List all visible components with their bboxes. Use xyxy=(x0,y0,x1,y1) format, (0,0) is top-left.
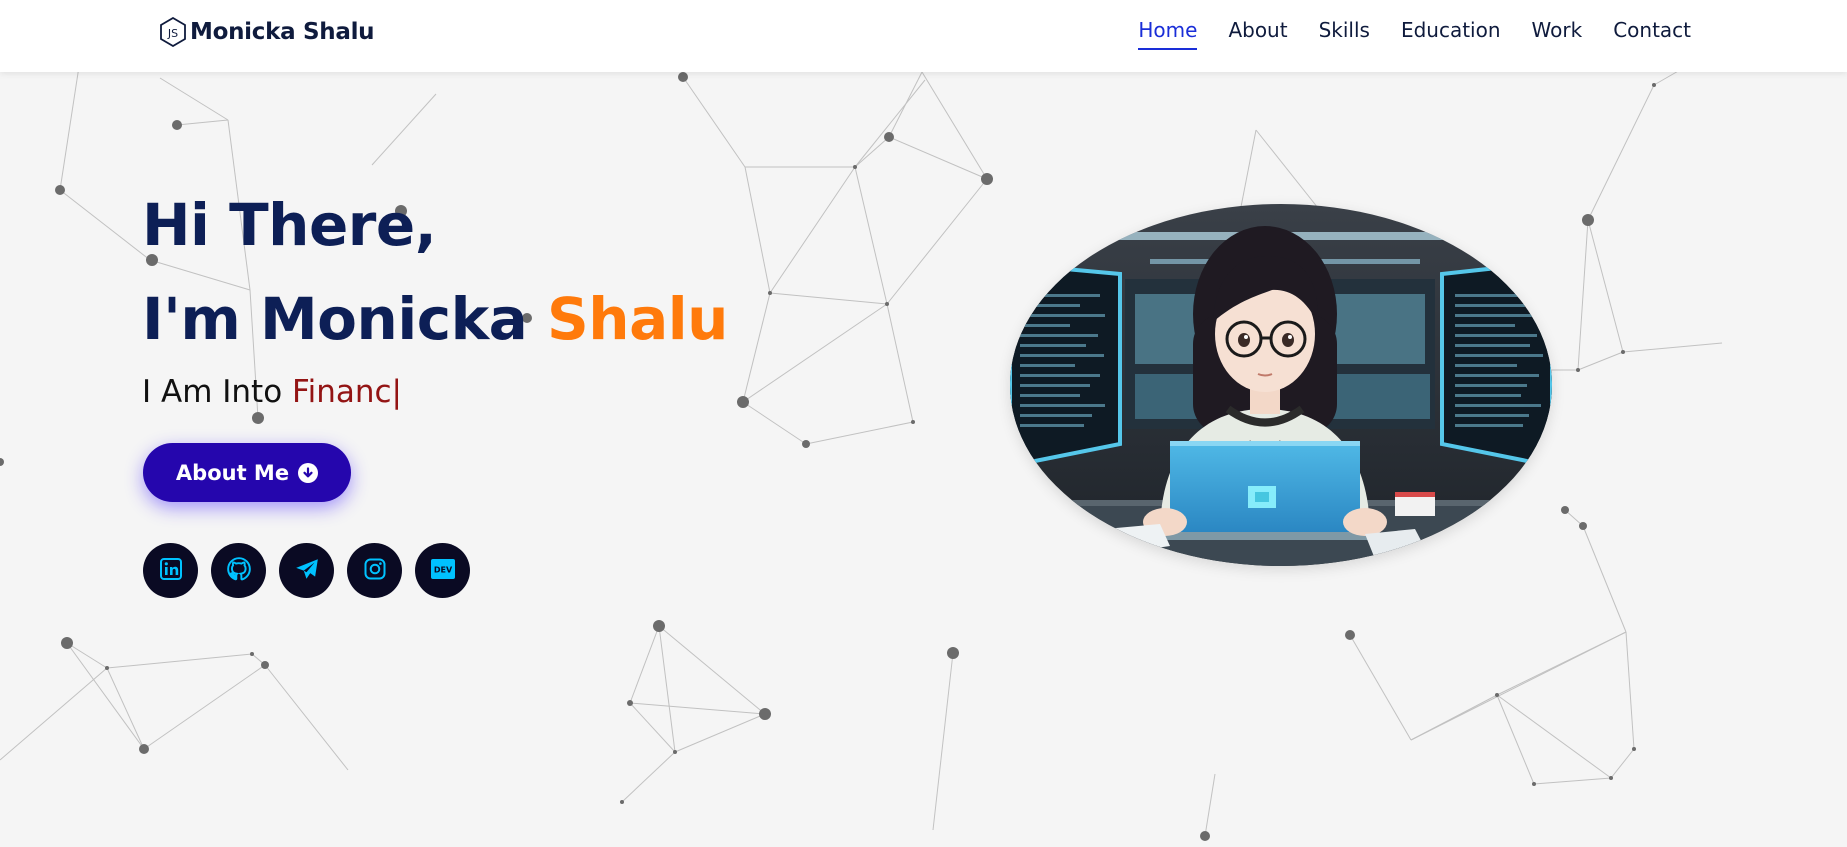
linkedin-link[interactable] xyxy=(143,543,198,598)
instagram-icon xyxy=(363,557,387,585)
nav-link-work[interactable]: Work xyxy=(1532,18,1583,48)
nav-link-education[interactable]: Education xyxy=(1401,18,1501,48)
nav-link-about[interactable]: About xyxy=(1228,18,1287,48)
hero-text: Hi There, I'm Monicka Shalu I Am Into Fi… xyxy=(142,178,728,410)
hero-intro-name: I'm Monicka xyxy=(142,285,528,353)
brand-logo-link[interactable]: JS Monicka Shalu xyxy=(160,14,375,50)
hero-intro: I'm Monicka Shalu xyxy=(142,272,728,366)
hero-illustration xyxy=(1010,204,1552,566)
nodejs-logo-icon: JS xyxy=(160,16,188,48)
about-me-button[interactable]: About Me xyxy=(143,443,351,502)
github-link[interactable] xyxy=(211,543,266,598)
particle-network-background xyxy=(0,59,1723,841)
nav-link-home[interactable]: Home xyxy=(1138,18,1198,50)
linkedin-icon xyxy=(159,557,183,585)
hero-greeting: Hi There, xyxy=(142,191,437,259)
dev-link[interactable]: DEV xyxy=(415,543,470,598)
instagram-link[interactable] xyxy=(347,543,402,598)
typing-line: I Am Into Financ| xyxy=(142,374,728,410)
hero-intro-accent: Shalu xyxy=(547,285,728,353)
girl-coding-laptop-illustration xyxy=(1010,204,1552,566)
telegram-icon xyxy=(294,557,320,585)
brand-name: Monicka Shalu xyxy=(190,19,375,45)
typed-text: Financ| xyxy=(292,374,402,410)
navbar: JS Monicka Shalu Home About Skills Educa… xyxy=(0,0,1847,72)
dev-icon: DEV xyxy=(430,558,455,583)
github-icon xyxy=(226,556,252,586)
social-links: DEV xyxy=(143,543,470,598)
arrow-down-circle-icon xyxy=(298,462,319,483)
svg-text:JS: JS xyxy=(167,27,178,40)
telegram-link[interactable] xyxy=(279,543,334,598)
dev-icon-text: DEV xyxy=(433,565,452,574)
nav-link-contact[interactable]: Contact xyxy=(1613,18,1691,48)
typing-prefix: I Am Into xyxy=(142,374,283,410)
nav-menu: Home About Skills Education Work Contact xyxy=(1138,18,1691,50)
about-me-label: About Me xyxy=(175,460,290,485)
nav-link-skills[interactable]: Skills xyxy=(1319,18,1370,48)
